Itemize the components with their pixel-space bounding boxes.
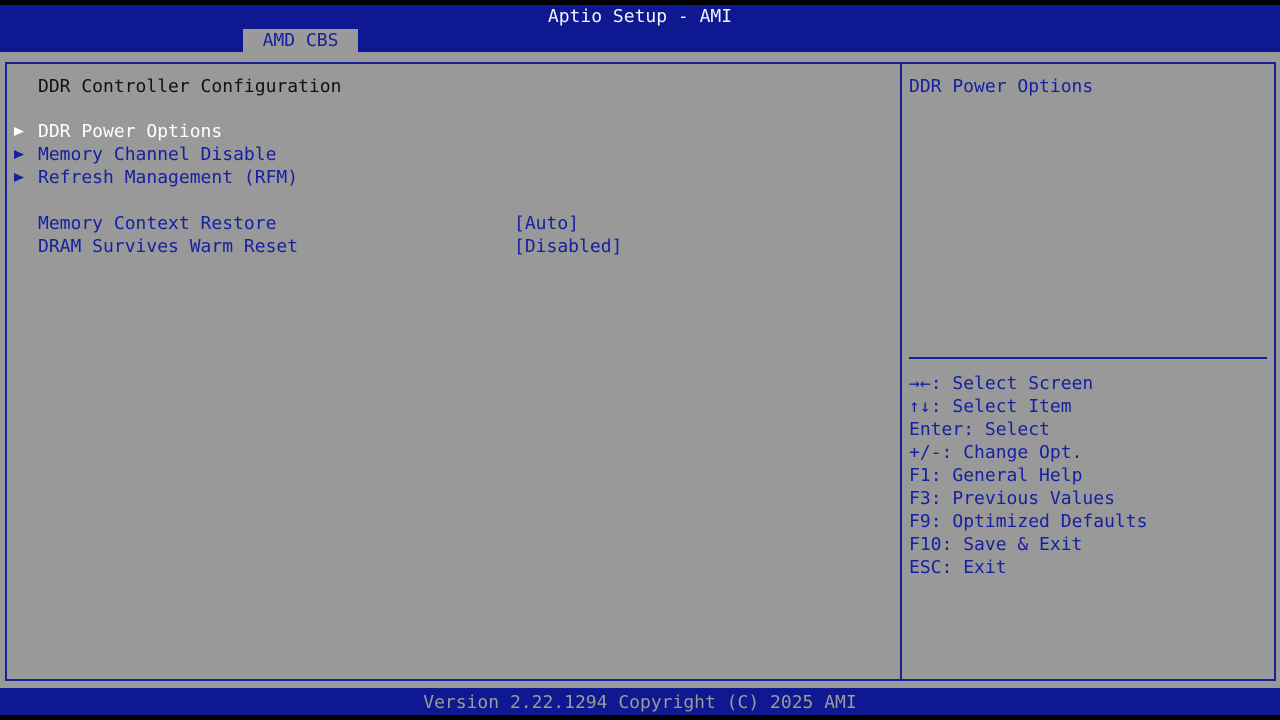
- key-name: F1: [909, 465, 931, 486]
- key-hint-enter: Enter: Select: [909, 418, 1050, 441]
- help-divider: [909, 357, 1267, 359]
- key-hint-text: : Select: [963, 419, 1050, 440]
- key-name: Enter: [909, 419, 964, 440]
- setting-label: Memory Context Restore: [38, 213, 277, 234]
- key-hint-text: : Exit: [941, 557, 1007, 578]
- help-description: DDR Power Options: [909, 76, 1094, 97]
- key-hint-text: : Select Item: [930, 396, 1072, 417]
- tab-amd-cbs[interactable]: AMD CBS: [243, 29, 358, 52]
- key-hint-text: : Select Screen: [930, 373, 1094, 394]
- panel-divider: [900, 62, 902, 681]
- key-hint-select-screen: →←: Select Screen: [909, 372, 1093, 395]
- setting-label: DRAM Survives Warm Reset: [38, 236, 299, 257]
- key-hint-text: : Save & Exit: [941, 534, 1083, 555]
- key-hint-select-item: ↑↓: Select Item: [909, 395, 1072, 418]
- triangle-right-icon: [14, 150, 24, 159]
- submenu-label: Refresh Management (RFM): [38, 167, 299, 188]
- setting-value[interactable]: [Disabled]: [514, 235, 622, 258]
- key-hint-text: : Previous Values: [930, 488, 1115, 509]
- key-hint-previous-values: F3: Previous Values: [909, 487, 1115, 510]
- triangle-right-icon: [14, 127, 24, 136]
- key-name: ESC: [909, 557, 942, 578]
- key-hint-exit: ESC: Exit: [909, 556, 1007, 579]
- triangle-right-icon: [14, 173, 24, 182]
- key-name: F10: [909, 534, 942, 555]
- arrows-left-right-icon: →←: [909, 373, 931, 394]
- key-hint-general-help: F1: General Help: [909, 464, 1082, 487]
- version-text: Version 2.22.1294 Copyright (C) 2025 AMI: [423, 692, 857, 713]
- submenu-label: DDR Power Options: [38, 121, 223, 142]
- key-hint-save-exit: F10: Save & Exit: [909, 533, 1082, 556]
- key-hint-optimized-defaults: F9: Optimized Defaults: [909, 510, 1147, 533]
- setting-value[interactable]: [Auto]: [514, 212, 579, 235]
- key-hint-text: : Change Opt.: [941, 442, 1083, 463]
- key-hint-text: : General Help: [930, 465, 1083, 486]
- key-name: +/-: [909, 442, 942, 463]
- page-title: DDR Controller Configuration: [38, 76, 342, 97]
- key-hint-change-opt: +/-: Change Opt.: [909, 441, 1082, 464]
- key-hint-text: : Optimized Defaults: [930, 511, 1148, 532]
- arrows-up-down-icon: ↑↓: [909, 396, 931, 417]
- submenu-label: Memory Channel Disable: [38, 144, 277, 165]
- app-title: Aptio Setup - AMI: [547, 6, 733, 27]
- key-name: F3: [909, 488, 931, 509]
- key-name: F9: [909, 511, 931, 532]
